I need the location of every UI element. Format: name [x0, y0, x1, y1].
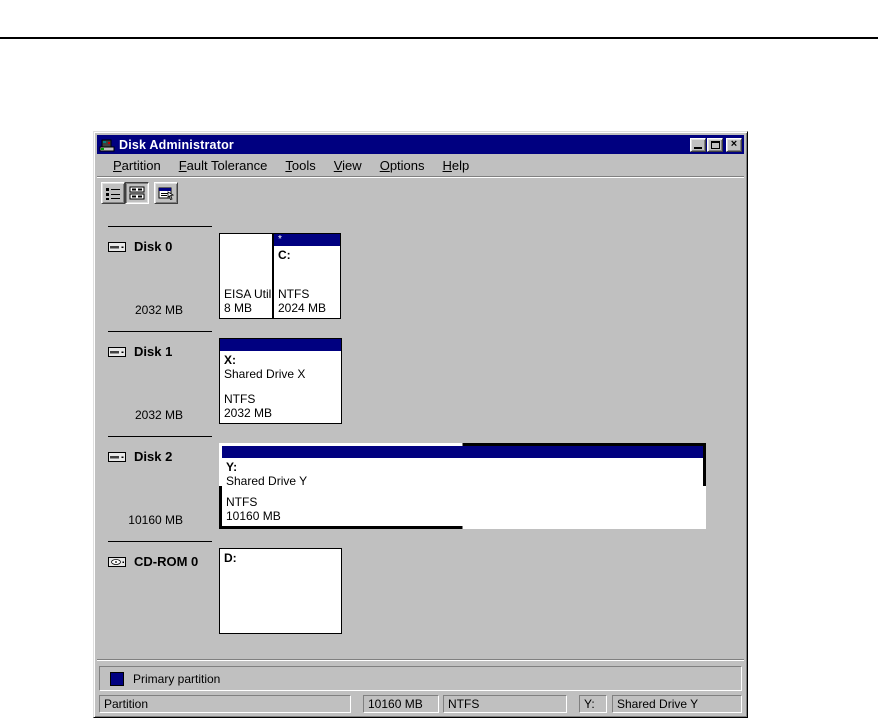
filesystem: NTFS — [226, 495, 699, 509]
disk-total-size: 2032 MB — [97, 303, 197, 317]
disk-row-disk-1: Disk 12032 MBX:Shared Drive XNTFS2032 MB — [97, 331, 744, 424]
disk-administrator-window: Disk Administrator × PartitionFault Tole… — [93, 131, 748, 718]
document-page: Disk Administrator × PartitionFault Tole… — [0, 0, 878, 721]
disk-total-size: 2032 MB — [97, 408, 197, 422]
disk-list: Disk 02032 MBEISA Utilities8 MB*C:NTFS20… — [97, 207, 744, 651]
menu-bar: PartitionFault ToleranceToolsViewOptions… — [97, 154, 744, 176]
drive-letter: D: — [224, 551, 337, 565]
disk-view-button[interactable] — [125, 182, 149, 204]
minimize-button[interactable] — [690, 138, 706, 152]
volume-label: Shared Drive X — [224, 367, 337, 381]
disk-regions-icon — [129, 186, 145, 200]
filesystem: NTFS — [278, 287, 336, 301]
disk-row-separator — [108, 331, 212, 332]
maximize-icon — [711, 141, 720, 149]
disk-row-disk-2: Disk 210160 MBY:Shared Drive YNTFS10160 … — [97, 436, 744, 529]
menu-fault-tolerance[interactable]: Fault Tolerance — [170, 156, 277, 175]
menu-view[interactable]: View — [325, 156, 371, 175]
filesystem: EISA Utilities — [224, 287, 268, 301]
menu-options[interactable]: Options — [371, 156, 434, 175]
partition-d[interactable]: D: — [219, 548, 342, 634]
close-button[interactable]: × — [726, 138, 742, 152]
primary-partition-stripe: * — [274, 234, 340, 246]
drive-letter: X: — [224, 353, 337, 367]
disk-administrator-icon — [99, 138, 115, 152]
volumes-view-button[interactable] — [101, 182, 125, 204]
properties-button[interactable] — [154, 182, 178, 204]
disk-label: Disk 2 10160 MB — [97, 443, 219, 529]
primary-partition-swatch — [110, 672, 124, 686]
partition-x[interactable]: X:Shared Drive X NTFS2032 MB — [219, 338, 342, 424]
status-volume-label: Shared Drive Y — [612, 695, 742, 713]
disk-label: Disk 1 2032 MB — [97, 338, 219, 424]
partition-y[interactable]: Y:Shared Drive Y NTFS10160 MB — [219, 443, 706, 529]
drive-letter: C: — [278, 248, 336, 262]
disk-row-separator — [108, 541, 212, 542]
page-top-rule — [0, 37, 878, 39]
hard-disk-icon — [108, 346, 126, 358]
partition-area: Y:Shared Drive Y NTFS10160 MB — [219, 443, 706, 529]
partition-size: 2024 MB — [278, 301, 336, 315]
disk-name: CD-ROM 0 — [134, 554, 198, 569]
minimize-icon — [694, 147, 702, 149]
hard-disk-icon — [108, 241, 126, 253]
partition[interactable]: EISA Utilities8 MB — [219, 233, 273, 319]
disk-name: Disk 2 — [134, 449, 172, 464]
status-drive-letter: Y: — [579, 695, 607, 713]
disk-label: CD-ROM 0 — [97, 548, 219, 634]
hard-disk-icon — [108, 451, 126, 463]
legend-bar: Primary partition — [99, 666, 742, 691]
partition-size: 8 MB — [224, 301, 268, 315]
disk-name: Disk 0 — [134, 239, 172, 254]
disk-row-disk-0: Disk 02032 MBEISA Utilities8 MB*C:NTFS20… — [97, 226, 744, 319]
partition-area: D: — [219, 548, 342, 634]
filesystem: NTFS — [224, 392, 337, 406]
toolbar — [97, 178, 744, 207]
disk-row-separator — [108, 436, 212, 437]
volume-label: Shared Drive Y — [226, 474, 699, 488]
primary-partition-stripe — [220, 339, 341, 351]
close-icon: × — [731, 139, 737, 150]
status-filesystem: NTFS — [443, 695, 567, 713]
disk-name: Disk 1 — [134, 344, 172, 359]
disk-total-size: 10160 MB — [97, 513, 197, 527]
properties-icon — [158, 186, 174, 200]
disk-label: Disk 0 2032 MB — [97, 233, 219, 319]
window-title: Disk Administrator — [119, 138, 689, 152]
status-bar: Partition 10160 MB NTFS Y: Shared Drive … — [99, 695, 742, 713]
maximize-button[interactable] — [707, 138, 723, 152]
partition-size: 2032 MB — [224, 406, 337, 420]
partition-area: X:Shared Drive X NTFS2032 MB — [219, 338, 342, 424]
partition-area: EISA Utilities8 MB*C:NTFS2024 MB — [219, 233, 341, 319]
disk-row-separator — [108, 226, 212, 227]
drive-letter: Y: — [226, 460, 699, 474]
menu-partition[interactable]: Partition — [104, 156, 170, 175]
disk-row-cd-rom-0: CD-ROM 0 D: — [97, 541, 744, 634]
primary-partition-stripe — [222, 446, 703, 458]
partition-c[interactable]: * C: NTFS2024 MB — [273, 233, 341, 319]
menu-help[interactable]: Help — [434, 156, 479, 175]
list-view-icon — [105, 186, 121, 200]
partition-size: 10160 MB — [226, 509, 699, 523]
menu-tools[interactable]: Tools — [276, 156, 324, 175]
cdrom-icon — [108, 556, 126, 568]
status-object-type: Partition — [99, 695, 351, 713]
legend-separator — [97, 659, 744, 661]
legend-label: Primary partition — [133, 672, 220, 686]
title-bar[interactable]: Disk Administrator × — [97, 135, 744, 154]
status-size: 10160 MB — [363, 695, 439, 713]
